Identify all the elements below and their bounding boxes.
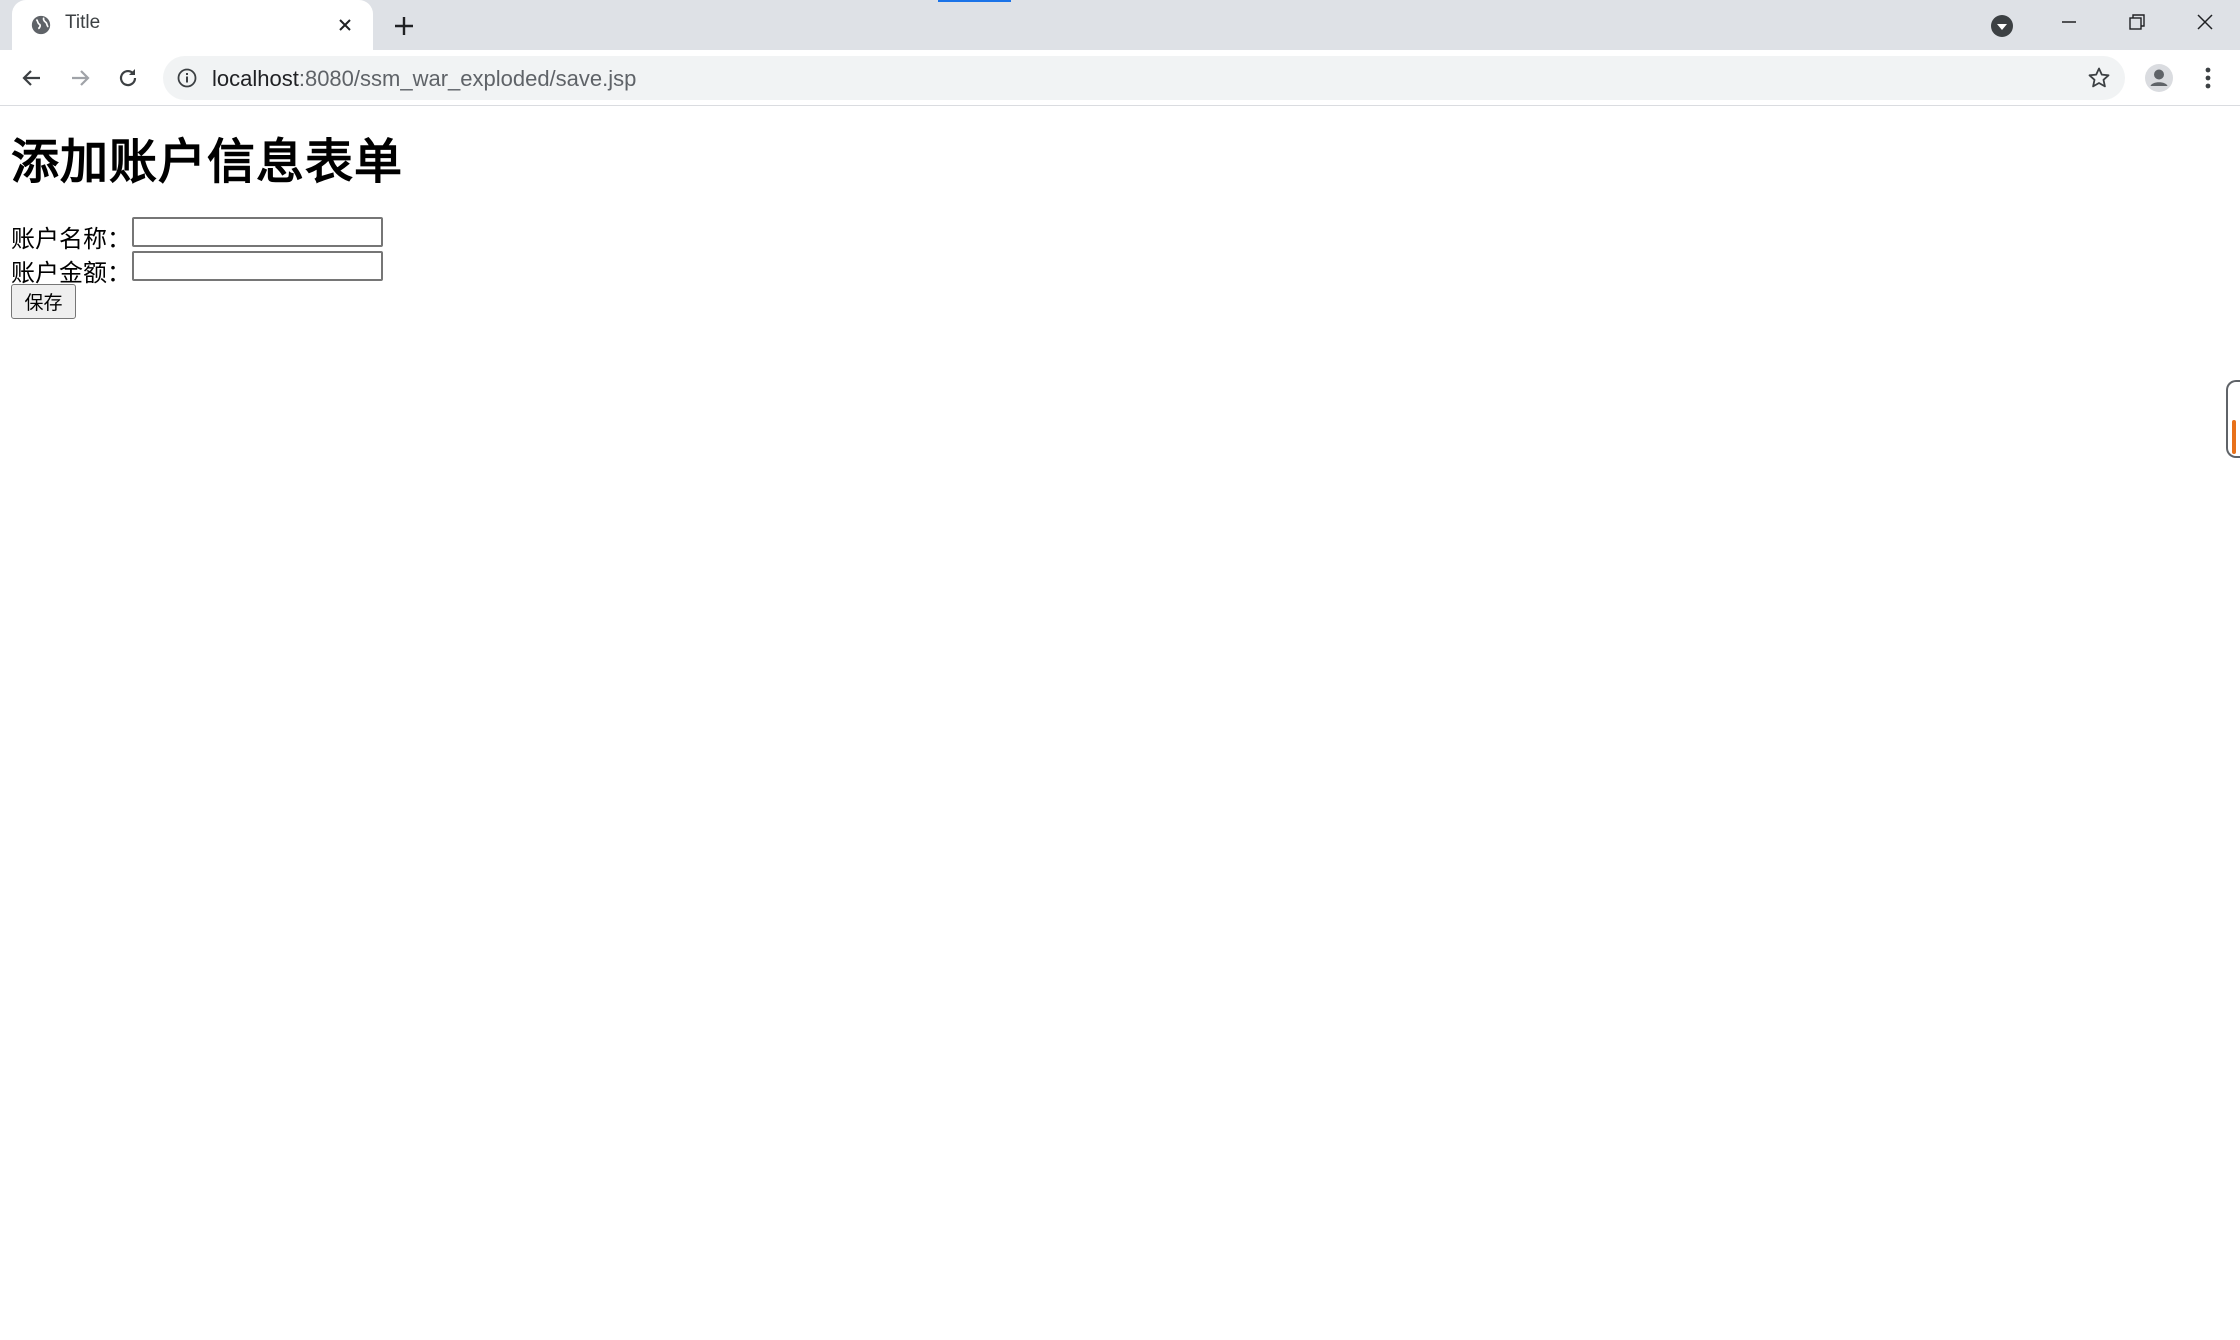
back-arrow-icon: [22, 70, 40, 86]
side-panel-handle[interactable]: [2226, 380, 2240, 458]
restore-icon: [2129, 14, 2145, 30]
browser-toolbar: localhost:8080/ssm_war_exploded/save.jsp: [0, 50, 2240, 106]
tab-loading-indicator: [938, 0, 1011, 2]
side-panel-handle-indicator: [2232, 420, 2236, 454]
tab-strip: Title: [0, 0, 2240, 50]
account-name-label: 账户名称：: [11, 225, 131, 253]
avatar-icon[interactable]: [2143, 62, 2175, 94]
account-amount-label: 账户金额：: [11, 259, 131, 287]
save-button[interactable]: 保存: [11, 284, 76, 319]
globe-icon: [31, 15, 51, 35]
close-icon[interactable]: [335, 15, 355, 35]
restore-button[interactable]: [2104, 0, 2170, 44]
url-text[interactable]: localhost:8080/ssm_war_exploded/save.jsp: [212, 66, 636, 92]
tab-title: Title: [65, 12, 101, 33]
address-bar[interactable]: localhost:8080/ssm_war_exploded/save.jsp: [163, 56, 2125, 100]
info-icon[interactable]: [177, 68, 197, 88]
forward-arrow-icon: [72, 70, 90, 86]
browser-tab[interactable]: Title: [12, 0, 373, 50]
minimize-icon: [2062, 21, 2076, 23]
tab-search-icon[interactable]: [1990, 14, 2014, 38]
minimize-button[interactable]: [2036, 0, 2102, 44]
forward-button[interactable]: [62, 60, 98, 96]
kebab-menu-icon[interactable]: [2196, 62, 2220, 94]
url-host: localhost: [212, 66, 299, 91]
reload-icon: [119, 69, 137, 87]
back-button[interactable]: [14, 60, 50, 96]
url-path: :8080/ssm_war_exploded/save.jsp: [298, 66, 637, 91]
page-content: 添加账户信息表单 账户名称： 账户金额： 保存: [0, 106, 2240, 1340]
plus-icon[interactable]: [391, 13, 417, 39]
reload-button[interactable]: [110, 60, 146, 96]
account-amount-input[interactable]: [132, 251, 383, 281]
page-title: 添加账户信息表单: [11, 134, 404, 190]
star-icon[interactable]: [2087, 66, 2111, 90]
window-close-button[interactable]: [2172, 0, 2238, 44]
close-icon: [2197, 14, 2213, 30]
account-name-input[interactable]: [132, 217, 383, 247]
